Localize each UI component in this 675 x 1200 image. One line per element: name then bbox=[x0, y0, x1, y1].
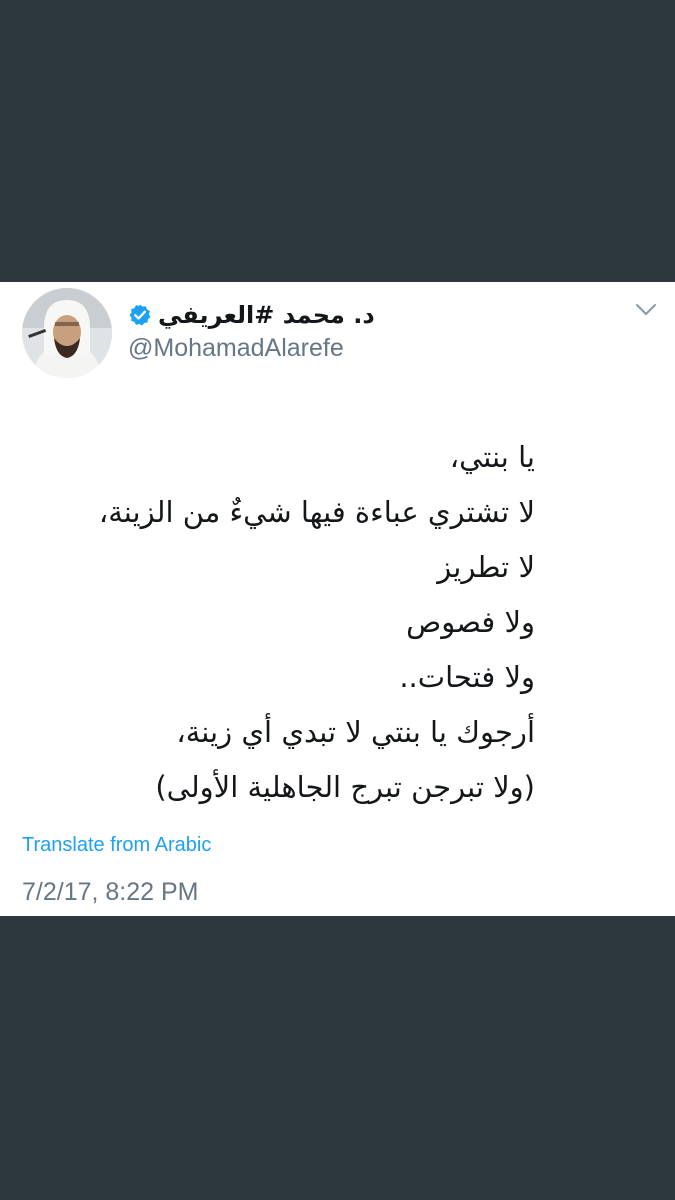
tweet-text: يا بنتي، لا تشتري عباءة فيها شيءٌ من الز… bbox=[35, 430, 535, 815]
author-display-name[interactable]: د. محمد #العريفي bbox=[158, 301, 375, 329]
tweet-line: ولا فتحات.. bbox=[399, 660, 535, 694]
tweet-timestamp[interactable]: 7/2/17, 8:22 PM bbox=[22, 878, 199, 907]
author-name-row[interactable]: د. محمد #العريفي bbox=[128, 300, 375, 330]
author-handle[interactable]: @MohamadAlarefe bbox=[128, 334, 344, 363]
translate-link[interactable]: Translate from Arabic bbox=[22, 834, 211, 857]
tweet-card: د. محمد #العريفي @MohamadAlarefe يا بنتي… bbox=[0, 282, 675, 916]
avatar[interactable] bbox=[22, 288, 112, 378]
tweet-line: لا تطريز bbox=[437, 550, 535, 584]
tweet-line: ولا فصوص bbox=[406, 605, 535, 639]
profile-photo-icon bbox=[22, 288, 112, 378]
tweet-line: أرجوك يا بنتي لا تبدي أي زينة، bbox=[176, 715, 535, 749]
chevron-down-icon[interactable] bbox=[635, 302, 657, 316]
verified-badge-icon bbox=[128, 303, 152, 327]
tweet-line: (ولا تبرجن تبرج الجاهلية الأولى) bbox=[155, 770, 535, 804]
tweet-line: يا بنتي، bbox=[449, 440, 535, 474]
tweet-line: لا تشتري عباءة فيها شيءٌ من الزينة، bbox=[98, 495, 535, 529]
